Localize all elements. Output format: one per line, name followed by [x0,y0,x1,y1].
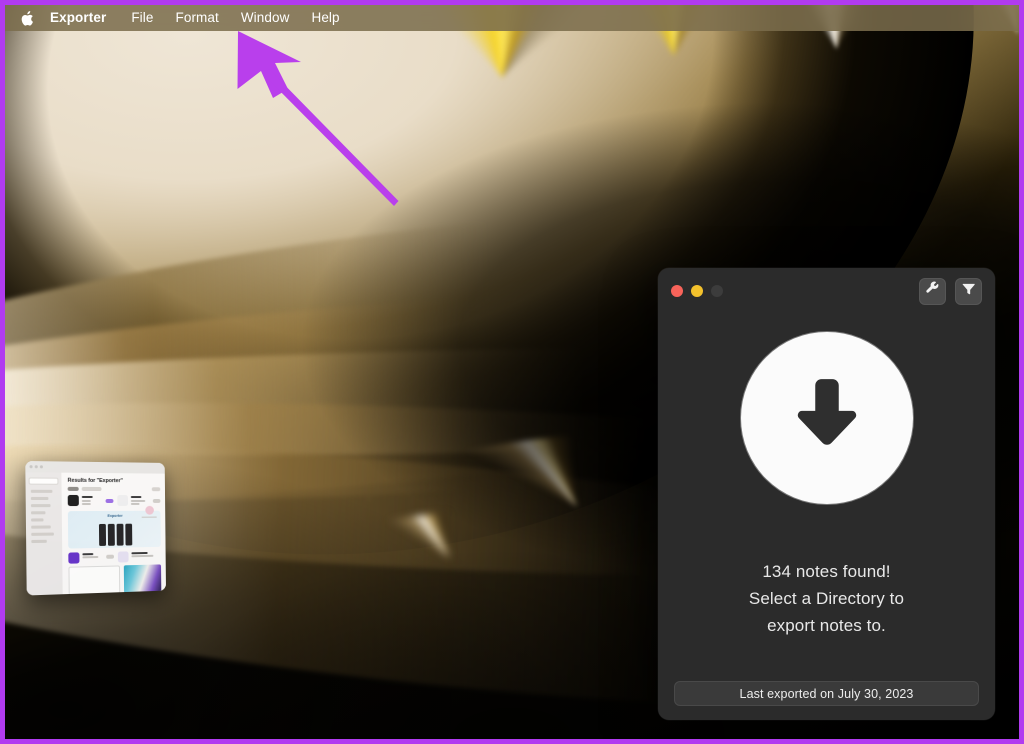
menu-item-window[interactable]: Window [230,5,301,31]
thumbnail-text-line [130,496,142,499]
thumbnail-app-row [68,550,161,564]
thumbnail-get-button [152,498,161,503]
status-line-3: export notes to. [767,616,886,635]
macos-menu-bar: Exporter File Format Window Help [5,5,1019,31]
thumbnail-body: Results for "Exporter" Exporter [25,472,166,596]
thumbnail-text-line [130,502,140,505]
thumbnail-sidebar-row [31,511,46,515]
thumbnail-phone [116,523,124,546]
thumbnail-sidebar-row [31,539,47,544]
thumbnail-search-field [28,477,59,485]
thumbnail-get-button [105,498,113,503]
thumbnail-text-line [130,554,154,558]
thumbnail-app-item [116,495,161,506]
window-content: 134 notes found! Select a Directory to e… [658,314,995,720]
thumbnail-phone-mockups [98,523,132,546]
thumbnail-document-preview [68,564,121,595]
thumbnail-results-heading: Results for "Exporter" [67,477,123,485]
thumbnail-app-text [130,495,150,506]
wrench-icon [925,281,940,301]
last-exported-status[interactable]: Last exported on July 30, 2023 [674,681,979,706]
apple-logo-icon[interactable] [19,9,34,27]
thumbnail-sidebar-row [30,489,53,493]
thumbnail-text-line [130,551,148,554]
thumbnail-sidebar [25,472,63,596]
window-toolbar [919,277,982,305]
thumbnail-sort-pill [151,487,161,492]
thumbnail-content: Results for "Exporter" Exporter [61,472,166,595]
thumbnail-zoom-dot [39,465,43,469]
window-titlebar[interactable] [658,268,995,314]
thumbnail-sidebar-row [31,532,54,536]
thumbnail-filter-pill [81,486,102,492]
filter-icon [961,281,976,301]
thumbnail-app-icon [68,551,80,564]
select-directory-drop-target[interactable] [740,332,913,504]
thumbnail-phone [124,523,132,546]
minimize-window-button[interactable] [691,285,703,297]
filter-button[interactable] [955,277,982,305]
thumbnail-app-screenshot [123,563,162,593]
thumbnail-text-line [81,499,91,502]
thumbnail-side-app [137,505,162,518]
menu-app-name[interactable]: Exporter [50,5,120,31]
close-window-button[interactable] [671,285,683,297]
thumbnail-app-icon [116,495,128,506]
status-line-2: Select a Directory to [748,589,905,608]
thumbnail-text-line [141,516,157,518]
thumbnail-filter-row [67,486,161,492]
thumbnail-text-line [130,499,146,502]
thumbnail-sidebar-row [30,504,51,508]
thumbnail-app-icon [67,494,79,507]
settings-wrench-button[interactable] [919,277,946,305]
thumbnail-app-item [67,494,113,507]
appstore-thumbnail-window[interactable]: Results for "Exporter" Exporter [25,460,166,596]
thumbnail-phone [107,523,115,546]
thumbnail-close-dot [29,465,33,469]
thumbnail-sidebar-row [30,496,49,501]
thumbnail-phone [98,523,106,546]
status-line-1: 134 notes found! [762,562,891,581]
zoom-window-button[interactable] [711,285,723,297]
thumbnail-screenshot-row [68,563,162,595]
thumbnail-minimize-dot [34,465,38,469]
traffic-lights [671,285,723,297]
thumbnail-sidebar-row [31,518,44,522]
menu-item-help[interactable]: Help [300,5,350,31]
thumbnail-get-button [105,554,114,559]
thumbnail-filter-pill [67,486,79,491]
thumbnail-text-line [82,552,94,555]
annotated-screenshot-frame: Results for "Exporter" Exporter 134 note… [0,0,1024,744]
menu-item-format[interactable]: Format [164,5,229,31]
thumbnail-app-row [67,494,161,507]
thumbnail-text-line [81,503,91,506]
thumbnail-text-line [81,495,94,498]
thumbnail-app-item [117,550,161,563]
thumbnail-app-text [130,550,161,561]
menu-item-file[interactable]: File [120,5,164,31]
thumbnail-app-icon [117,550,129,563]
thumbnail-text-line [82,555,98,559]
thumbnail-sidebar-row [31,525,51,529]
thumbnail-app-text [82,551,102,562]
thumbnail-side-app-icon [144,505,154,515]
status-message: 134 notes found! Select a Directory to e… [749,558,904,639]
thumbnail-app-text [81,495,102,507]
exporter-app-window[interactable]: 134 notes found! Select a Directory to e… [658,268,995,720]
thumbnail-hero-title: Exporter [107,513,123,518]
thumbnail-app-item [68,551,114,564]
download-arrow-icon [780,369,874,468]
